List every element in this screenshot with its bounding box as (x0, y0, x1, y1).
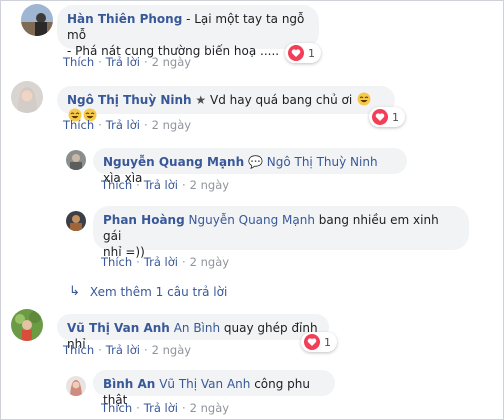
comments-panel: Hàn Thiên Phong - Lại một tay ta ngỗ mỗ … (0, 0, 504, 420)
comment-text: Vd hay quá bang chủ ơi (206, 93, 357, 107)
view-more-label[interactable]: Xem thêm 1 câu trả lời (90, 285, 227, 299)
timestamp[interactable]: 2 ngày (190, 178, 229, 192)
reply-arrow-icon: ↳ (69, 284, 80, 299)
star-icon: ★ (195, 93, 207, 107)
reply-actions: Thích · Trả lời · 2 ngày (101, 401, 230, 415)
avatar[interactable] (66, 150, 86, 170)
reply-link[interactable]: Trả lời (106, 343, 140, 357)
like-link[interactable]: Thích (101, 401, 132, 415)
commenter-name[interactable]: Vũ Thị Van Anh (67, 321, 170, 335)
tagged-user[interactable]: Nguyễn Quang Mạnh (189, 213, 315, 227)
avatar[interactable] (11, 309, 43, 341)
heart-icon (372, 109, 388, 125)
timestamp[interactable]: 2 ngày (152, 118, 191, 132)
like-link[interactable]: Thích (63, 118, 94, 132)
like-link[interactable]: Thích (101, 255, 132, 269)
timestamp[interactable]: 2 ngày (152, 343, 191, 357)
reaction-count: 1 (392, 110, 399, 124)
reaction-count: 1 (324, 335, 331, 349)
timestamp[interactable]: 2 ngày (152, 55, 191, 69)
comment-bubble: Vũ Thị Van Anh An Bình quay ghép đỉnh nh… (57, 314, 329, 351)
like-link[interactable]: Thích (101, 178, 132, 192)
timestamp[interactable]: 2 ngày (190, 255, 229, 269)
comment-actions: Thích · Trả lời · 2 ngày (63, 343, 192, 357)
reaction-badge[interactable]: 1 (285, 43, 321, 63)
heart-icon (288, 45, 304, 61)
reaction-badge[interactable]: 1 (301, 332, 337, 352)
reply-link[interactable]: Trả lời (144, 178, 178, 192)
avatar[interactable] (21, 4, 53, 36)
like-link[interactable]: Thích (63, 55, 94, 69)
reply-actions: Thích · Trả lời · 2 ngày (101, 178, 230, 192)
commenter-name[interactable]: Bình An (103, 377, 155, 391)
view-more-replies[interactable]: ↳ Xem thêm 1 câu trả lời (69, 284, 227, 299)
tagged-user[interactable]: Ngô Thị Thuỳ Ninh (267, 155, 378, 169)
comment-actions: Thích · Trả lời · 2 ngày (63, 55, 192, 69)
reply-actions: Thích · Trả lời · 2 ngày (101, 255, 230, 269)
chat-icon: 💬 (247, 155, 263, 169)
comment-actions: Thích · Trả lời · 2 ngày (63, 118, 192, 132)
reply-bubble: Nguyễn Quang Mạnh 💬 Ngô Thị Thuỳ Ninh xì… (93, 148, 407, 185)
commenter-name[interactable]: Ngô Thị Thuỳ Ninh (67, 93, 192, 107)
comment-bubble: Ngô Thị Thuỳ Ninh ★ Vd hay quá bang chủ … (57, 86, 395, 122)
tagged-user[interactable]: Vũ Thị Van Anh (159, 377, 250, 391)
avatar[interactable] (66, 211, 86, 231)
reply-link[interactable]: Trả lời (106, 118, 140, 132)
tagged-user[interactable]: An Bình (174, 321, 220, 335)
reply-link[interactable]: Trả lời (106, 55, 140, 69)
reaction-badge[interactable]: 1 (369, 107, 405, 127)
heart-icon (304, 334, 320, 350)
reply-link[interactable]: Trả lời (144, 401, 178, 415)
commenter-name[interactable]: Hàn Thiên Phong (67, 12, 182, 26)
avatar[interactable] (66, 376, 86, 396)
timestamp[interactable]: 2 ngày (190, 401, 229, 415)
comment-bubble: Hàn Thiên Phong - Lại một tay ta ngỗ mỗ … (57, 5, 319, 58)
like-link[interactable]: Thích (63, 343, 94, 357)
commenter-name[interactable]: Nguyễn Quang Mạnh (103, 155, 244, 169)
avatar[interactable] (11, 81, 43, 113)
reply-bubble: Bình An Vũ Thị Van Anh công phu thật (93, 370, 335, 407)
reaction-count: 1 (308, 46, 315, 60)
reply-bubble: Phan Hoàng Nguyễn Quang Mạnh bang nhiều … (93, 206, 469, 259)
commenter-name[interactable]: Phan Hoàng (103, 213, 185, 227)
reply-link[interactable]: Trả lời (144, 255, 178, 269)
